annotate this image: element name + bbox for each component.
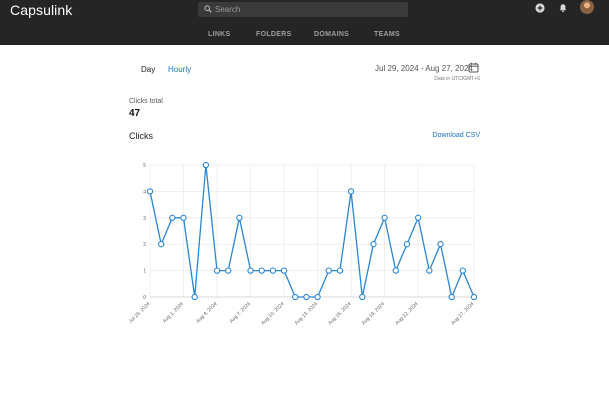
data-point [403,241,411,248]
data-point [202,161,210,169]
data-point [325,267,332,274]
data-point [213,267,221,274]
x-tick-label: Aug 22, 2024 [394,301,419,326]
data-point [414,214,422,221]
x-tick-label: Jul 29, 2024 [128,301,152,325]
data-point [448,293,455,301]
series-line [149,164,475,300]
data-point [169,214,176,221]
data-point [303,293,310,301]
x-tick-label: Aug 10, 2024 [260,301,285,326]
data-point [191,293,198,301]
y-tick-label: 3 [143,216,146,222]
x-tick-label: Aug 16, 2024 [327,301,352,326]
data-point [225,267,232,274]
x-tick-label: Aug 4, 2024 [195,301,218,324]
data-point [314,293,321,301]
y-tick-label: 0 [143,295,146,301]
data-point [370,241,377,248]
data-point [336,267,344,274]
data-point [426,267,433,274]
x-tick-label: Aug 13, 2024 [294,301,319,326]
data-point [146,188,154,195]
x-tick-label: Aug 19, 2024 [361,301,386,326]
clicks-line-chart: 0 1 2 3 4 5 Jul 29, 2024 Aug 1, 2024 Aug 4, 2024… [128,161,478,326]
y-tick-label: 4 [143,189,146,195]
y-tick-label: 1 [143,269,146,275]
data-point [236,214,243,221]
data-point [470,293,478,301]
data-point [359,293,366,301]
data-point [292,293,299,301]
data-point [392,267,399,274]
data-point [347,188,355,195]
data-point [459,267,466,274]
data-point [247,267,254,274]
x-tick-label: Aug 7, 2024 [229,301,252,324]
x-tick-label: Aug 27, 2024 [450,301,475,326]
data-point [280,267,288,274]
y-tick-label: 5 [143,163,146,169]
data-point [180,214,187,221]
y-tick-label: 2 [143,242,146,248]
data-point [158,241,165,248]
data-point [381,214,388,221]
data-point [269,267,277,274]
data-point [437,241,444,248]
x-tick-label: Aug 1, 2024 [162,301,185,324]
data-point [258,267,265,274]
